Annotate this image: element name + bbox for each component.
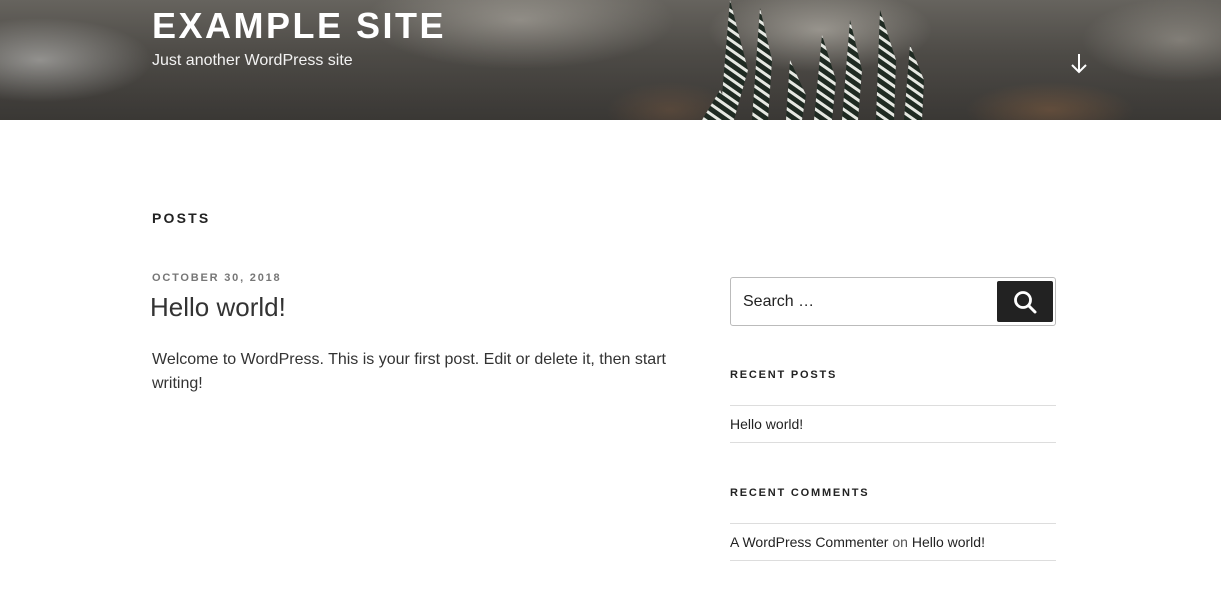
recent-comments-title: RECENT COMMENTS: [730, 487, 870, 499]
scroll-down-button[interactable]: [1066, 50, 1092, 76]
post-excerpt: Welcome to WordPress. This is your first…: [152, 351, 666, 392]
header-plant-image: [702, 0, 924, 120]
recent-comments-list: A WordPress Commenter on Hello world!: [730, 523, 1056, 561]
comment-on-text: on: [892, 534, 908, 550]
site-tagline: Just another WordPress site: [152, 52, 353, 69]
comment-post-link[interactable]: Hello world!: [912, 534, 985, 550]
site-title[interactable]: EXAMPLE SITE: [152, 2, 446, 50]
list-item: A WordPress Commenter on Hello world!: [730, 524, 1056, 560]
post-date-link[interactable]: OCTOBER 30, 2018: [152, 271, 281, 285]
list-item: Hello world!: [730, 406, 1056, 442]
recent-posts-title: RECENT POSTS: [730, 369, 838, 381]
search-icon: [1014, 290, 1037, 313]
search-input[interactable]: [743, 278, 993, 325]
comment-author-link[interactable]: A WordPress Commenter: [730, 534, 888, 550]
search-button[interactable]: [997, 281, 1053, 322]
site-header: EXAMPLE SITE Just another WordPress site: [0, 0, 1221, 120]
search-form: [730, 277, 1056, 326]
arrow-down-icon: [1071, 54, 1087, 74]
post-title-link[interactable]: Hello world!: [150, 291, 286, 323]
page-title: POSTS: [152, 210, 211, 226]
recent-posts-list: Hello world!: [730, 405, 1056, 443]
recent-post-link[interactable]: Hello world!: [730, 416, 803, 432]
